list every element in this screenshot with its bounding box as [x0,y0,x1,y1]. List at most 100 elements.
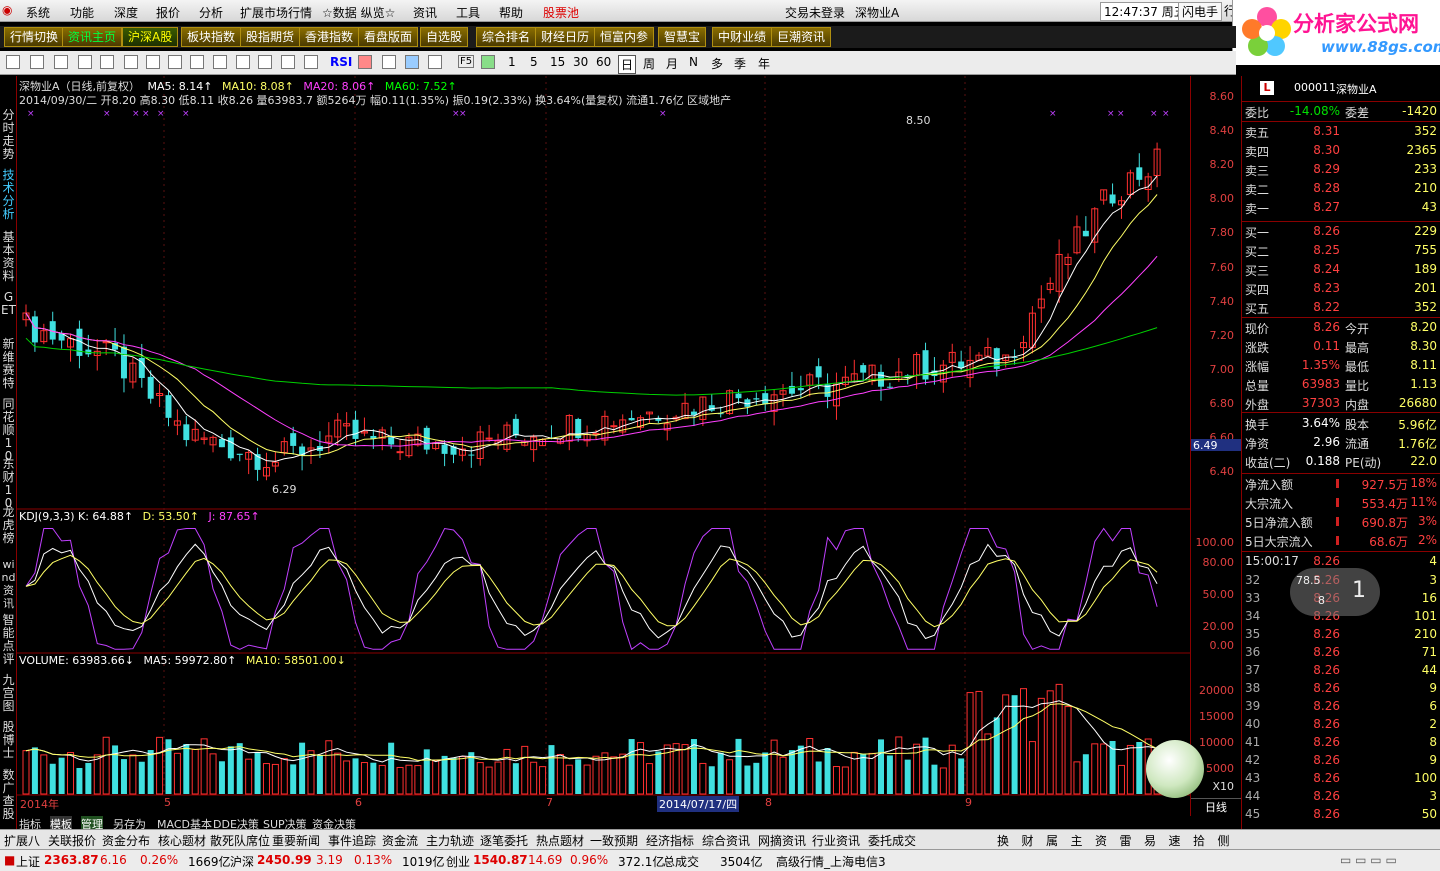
window-controls[interactable]: ▭ ▭ ▭ ▭ [1340,853,1397,867]
period-month[interactable]: 月 [666,55,678,72]
period-5min[interactable]: 5 [530,55,538,69]
func-tab-16[interactable]: 委托成交 [868,832,916,849]
tab-zhihuibao[interactable]: 智慧宝 [658,27,707,47]
period-week[interactable]: 周 [643,55,655,72]
app-icon[interactable]: ◉ [2,3,12,17]
bar-icon[interactable] [190,55,204,69]
flash-trade-button[interactable]: 闪电手 [1178,2,1223,21]
move-icon[interactable] [405,55,419,69]
menu-help[interactable]: 帮助 [499,4,523,21]
func-tab-9[interactable]: 逐笔委托 [480,832,528,849]
menu-stock-pool[interactable]: 股票池 [543,4,579,21]
func-tab-15[interactable]: 行业资讯 [812,832,860,849]
ltab-technical[interactable]: 技术分析 [1,169,16,221]
fn-icon[interactable] [258,55,272,69]
period-n[interactable]: N [689,55,698,69]
ltab-shuguang[interactable]: 数广查股 [1,769,16,821]
tab-hengfu[interactable]: 恒富内参 [594,27,655,47]
tab-hs-a-share[interactable]: 沪深A股 [122,27,179,47]
period-30min[interactable]: 30 [573,55,588,69]
grid-icon[interactable] [100,55,114,69]
ring-icon[interactable] [304,55,318,69]
menu-function[interactable]: 功能 [70,4,94,21]
pen-icon[interactable] [382,55,396,69]
period-quarter[interactable]: 季 [734,55,746,72]
func-tab-0[interactable]: 扩展八 [4,832,40,849]
period-15min[interactable]: 15 [550,55,565,69]
menu-analysis[interactable]: 分析 [199,4,223,21]
ltab-dragon-tiger[interactable]: 龙虎榜 [1,506,16,545]
chart-canvas[interactable]: × × × × × × × × × × × × × × [17,76,1190,816]
func-right-tab-7[interactable]: 速 [1169,832,1181,849]
candle-icon[interactable] [146,55,160,69]
speed-widget[interactable]: 78.5 8 1 [1290,568,1380,616]
func-tab-5[interactable]: 重要新闻 [272,832,320,849]
down-arrow-icon[interactable] [6,55,20,69]
period-day[interactable]: 日 [618,55,637,74]
period-60min[interactable]: 60 [596,55,611,69]
ltab-basic-info[interactable]: 基本资料 [1,231,16,283]
func-right-tab-9[interactable]: 侧 [1218,832,1230,849]
func-tab-3[interactable]: 核心题材 [158,832,206,849]
menu-quote[interactable]: 报价 [156,4,180,21]
menu-data-overview[interactable]: ☆数据 纵览☆ [322,4,395,21]
tab-news-home[interactable]: 资讯主页 [62,27,123,47]
func-tab-10[interactable]: 热点题材 [536,832,584,849]
func-tab-2[interactable]: 资金分布 [102,832,150,849]
ltab-smart-review[interactable]: 智能点评 [1,614,16,666]
refresh-icon[interactable] [481,55,495,69]
kline-chart-area[interactable]: × × × × × × × × × × × × × × 深物业A（日线,前复权） MA5: 8.14↑ M… [17,76,1190,816]
func-tab-14[interactable]: 网摘资讯 [758,832,806,849]
func-tab-8[interactable]: 主力轨迹 [426,832,474,849]
tab-index-futures[interactable]: 股指期货 [240,27,301,47]
list-icon[interactable] [124,55,138,69]
period-year[interactable]: 年 [758,55,770,72]
func-tab-4[interactable]: 散死队席位 [210,832,270,849]
tab-watchlist[interactable]: 自选股 [420,27,469,47]
func-right-tab-1[interactable]: 财 [1022,832,1034,849]
func-tab-6[interactable]: 事件追踪 [328,832,376,849]
tab-finance-calendar[interactable]: 财经日历 [535,27,596,47]
rsi-button[interactable]: RSI [330,55,352,69]
tab-ranking[interactable]: 综合排名 [476,27,537,47]
up-arrow-icon[interactable] [30,55,44,69]
tab-layout[interactable]: 看盘版面 [358,27,419,47]
f5-button[interactable]: F5 [458,55,475,68]
tab-sector-index[interactable]: 板块指数 [181,27,242,47]
doc-icon[interactable] [281,55,295,69]
tab-juchao[interactable]: 巨潮资讯 [771,27,832,47]
func-tab-11[interactable]: 一致预期 [590,832,638,849]
right-arrow-icon[interactable] [78,55,92,69]
period-multi[interactable]: 多 [711,55,723,72]
tab-zhongcai[interactable]: 中财业绩 [712,27,773,47]
magnifier-icon[interactable] [428,55,442,69]
menu-news[interactable]: 资讯 [413,4,437,21]
menu-system[interactable]: 系统 [26,4,50,21]
left-arrow-icon[interactable] [54,55,68,69]
ltab-wind[interactable]: wind资讯 [1,558,16,610]
menu-tools[interactable]: 工具 [456,4,480,21]
ltab-ths10[interactable]: 同花顺10 [1,398,16,463]
ltab-nine-grid[interactable]: 九宫图 [1,674,16,713]
ltab-gubosi[interactable]: 股博士 [1,721,16,760]
func-right-tab-5[interactable]: 雷 [1120,832,1132,849]
func-tab-12[interactable]: 经济指标 [646,832,694,849]
func-tab-1[interactable]: 关联报价 [48,832,96,849]
func-right-tab-2[interactable]: 属 [1046,832,1058,849]
ltab-xinwei[interactable]: 新维赛特 [1,338,16,390]
period-1min[interactable]: 1 [508,55,516,69]
tab-hk-index[interactable]: 香港指数 [299,27,360,47]
tab-market-switch[interactable]: 行情切换 [4,27,65,47]
menu-extended-market[interactable]: 扩展市场行情 [240,4,312,21]
ltab-dongcai10[interactable]: 东财10 [1,458,16,510]
func-right-tab-4[interactable]: 资 [1095,832,1107,849]
menu-depth[interactable]: 深度 [114,4,138,21]
ltab-intraday[interactable]: 分时走势 [1,109,16,161]
window-icon[interactable] [213,55,227,69]
func-right-tab-8[interactable]: 拾 [1193,832,1205,849]
ltab-get[interactable]: GET [1,291,16,317]
func-right-tab-6[interactable]: 易 [1144,832,1156,849]
tile-icon[interactable] [236,55,250,69]
table-icon[interactable] [168,55,182,69]
func-tab-13[interactable]: 综合资讯 [702,832,750,849]
